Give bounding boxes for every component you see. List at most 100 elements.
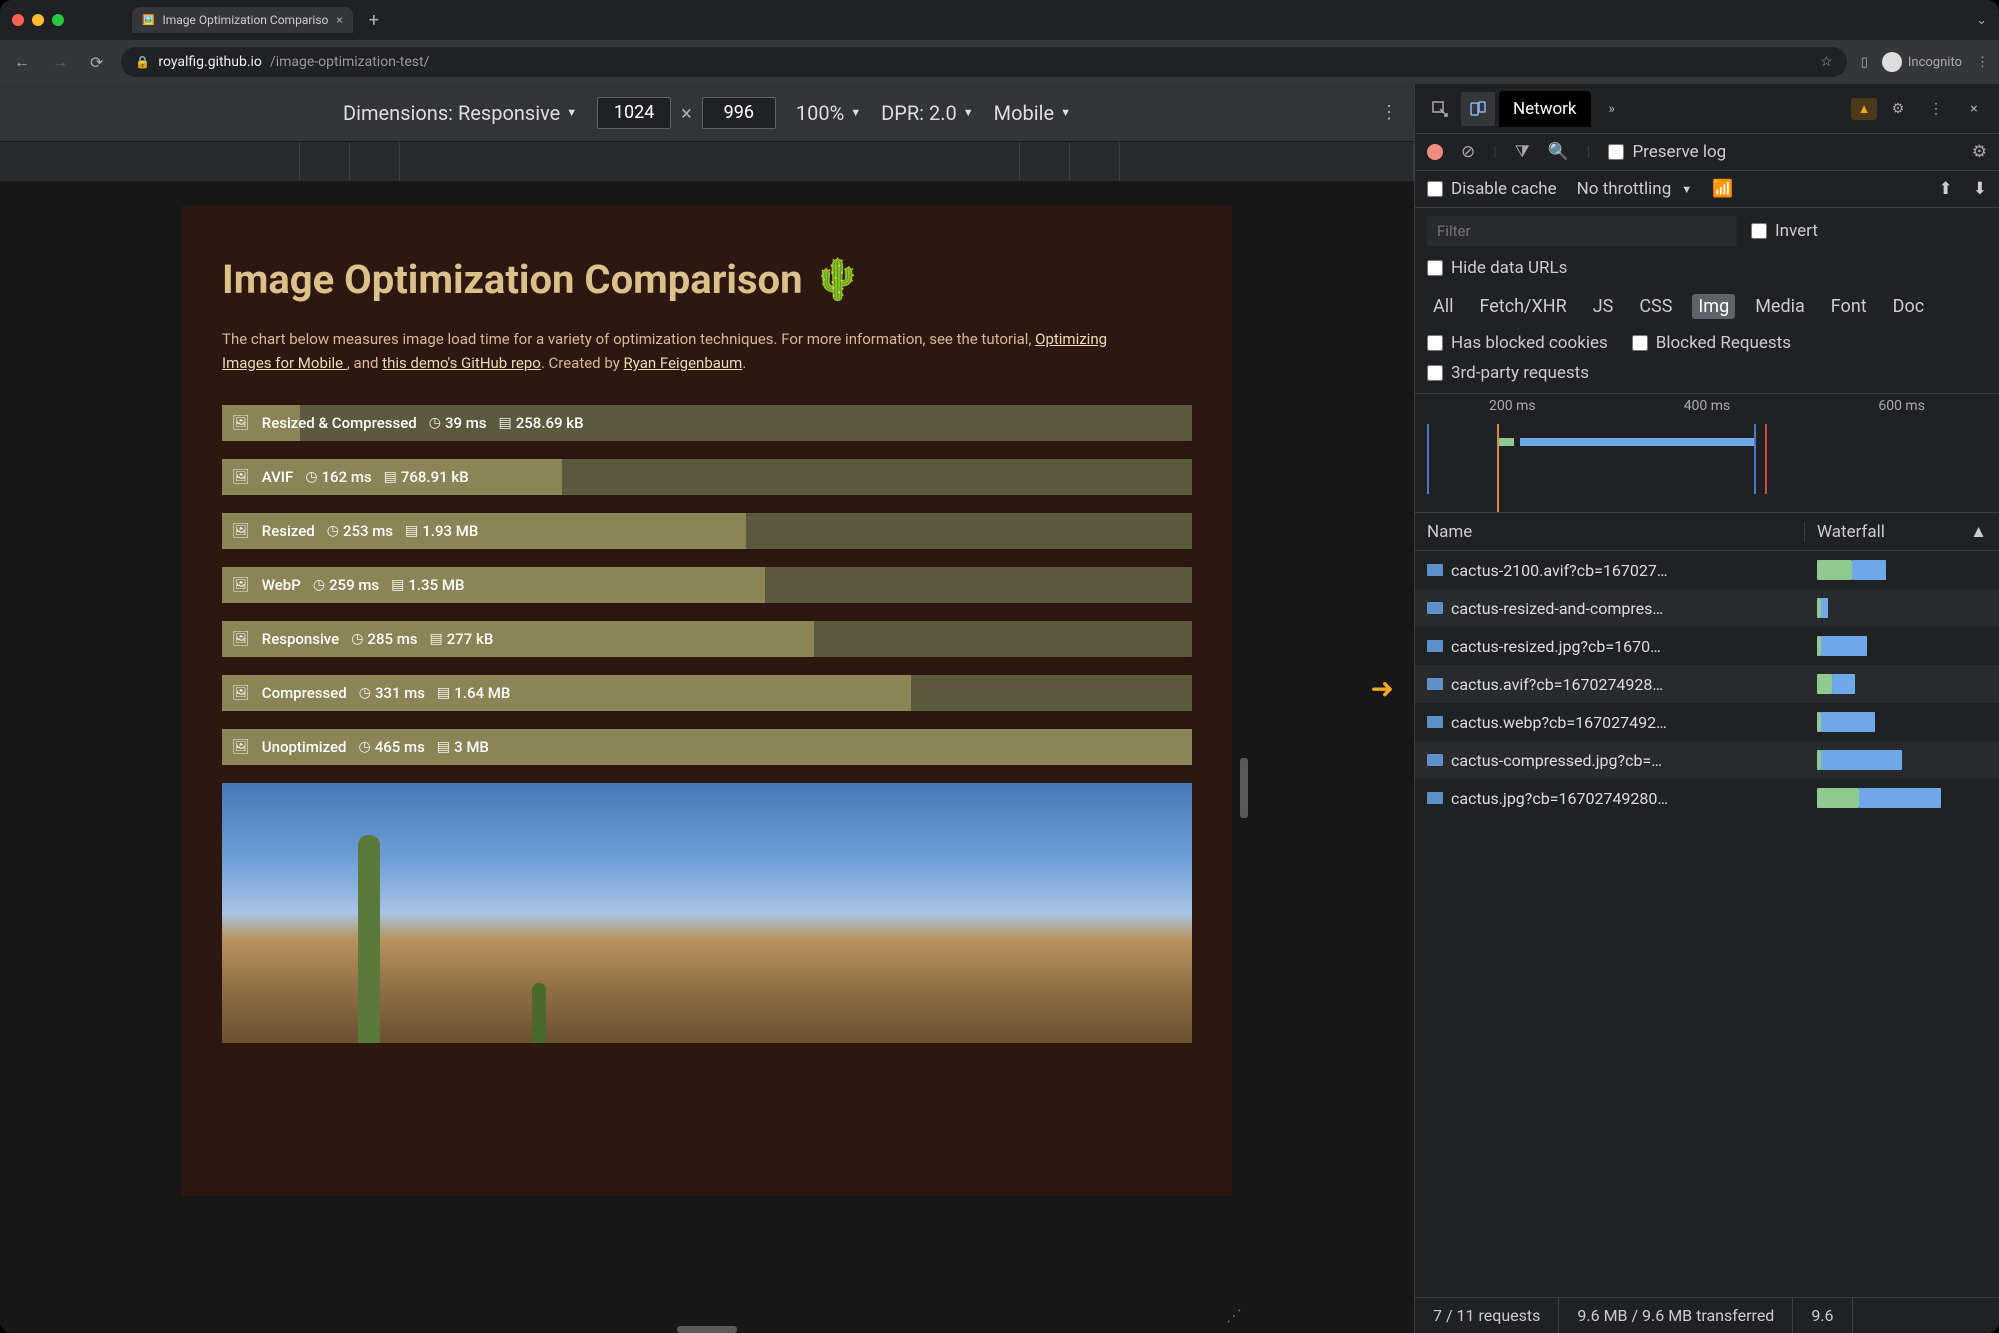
incognito-badge: Incognito xyxy=(1882,52,1962,72)
type-filter-js[interactable]: JS xyxy=(1587,294,1620,319)
device-toolbar-menu[interactable]: ⋮ xyxy=(1380,102,1398,123)
maximize-window-button[interactable] xyxy=(52,14,64,26)
table-row[interactable]: cactus.avif?cb=1670274928… xyxy=(1415,665,1999,703)
clear-icon[interactable]: ⊘ xyxy=(1461,142,1475,162)
resize-handle-right[interactable] xyxy=(1240,758,1248,818)
timeline-overview[interactable]: 200 ms 400 ms 600 ms xyxy=(1415,393,1999,513)
clock-icon: ◷ xyxy=(327,523,339,539)
chart-bar: 🖼 WebP ◷259 ms ▤1.35 MB xyxy=(222,567,1192,603)
throttling-select[interactable]: No throttling ▼ xyxy=(1577,179,1692,199)
blocked-cookies-checkbox[interactable]: Has blocked cookies xyxy=(1427,333,1608,353)
resize-handle-bottom[interactable] xyxy=(677,1326,737,1333)
close-devtools-icon[interactable]: × xyxy=(1957,92,1991,126)
file-icon: ▤ xyxy=(384,469,397,485)
bar-name: WebP xyxy=(262,576,301,594)
width-input[interactable] xyxy=(597,97,671,129)
resize-handle-corner[interactable]: ⋰ xyxy=(1226,1306,1242,1325)
forward-button[interactable]: → xyxy=(48,48,72,76)
more-tabs-icon[interactable]: » xyxy=(1595,92,1629,126)
table-row[interactable]: cactus-compressed.jpg?cb=… xyxy=(1415,741,1999,779)
reader-icon[interactable]: ▯ xyxy=(1861,55,1868,70)
table-row[interactable]: cactus-resized.jpg?cb=1670… xyxy=(1415,627,1999,665)
expand-tabs-icon[interactable]: ⌄ xyxy=(1976,13,1987,28)
zoom-select[interactable]: 100% ▼ xyxy=(796,101,861,125)
invert-checkbox[interactable]: Invert xyxy=(1751,221,1818,241)
network-settings-icon[interactable]: ⚙ xyxy=(1972,142,1987,162)
table-row[interactable]: cactus-resized-and-compres… xyxy=(1415,589,1999,627)
bar-time: 39 ms xyxy=(445,414,487,432)
preserve-log-checkbox[interactable]: Preserve log xyxy=(1608,142,1726,162)
minimize-window-button[interactable] xyxy=(32,14,44,26)
browser-menu-button[interactable]: ⋮ xyxy=(1976,55,1989,70)
record-button[interactable] xyxy=(1427,144,1443,160)
cactus-icon: 🌵 xyxy=(813,256,863,303)
blocked-requests-checkbox[interactable]: Blocked Requests xyxy=(1632,333,1791,353)
status-transferred: 9.6 MB / 9.6 MB transferred xyxy=(1559,1298,1793,1333)
type-filter-font[interactable]: Font xyxy=(1825,294,1873,319)
upload-har-icon[interactable]: ⬆ xyxy=(1939,179,1953,199)
type-filter-all[interactable]: All xyxy=(1427,294,1460,319)
new-tab-button[interactable]: + xyxy=(361,10,387,31)
clock-icon: ◷ xyxy=(359,739,371,755)
reload-button[interactable]: ⟳ xyxy=(86,49,107,76)
file-icon xyxy=(1427,716,1443,728)
devtools-menu-icon[interactable]: ⋮ xyxy=(1919,92,1953,126)
disable-cache-checkbox[interactable]: Disable cache xyxy=(1427,179,1557,199)
bar-time: 259 ms xyxy=(329,576,379,594)
bar-size: 1.35 MB xyxy=(408,576,464,594)
image-icon: 🖼 xyxy=(232,739,250,755)
url-input[interactable]: 🔒 royalfig.github.io/image-optimization-… xyxy=(121,47,1846,77)
browser-tab[interactable]: 🖼️ Image Optimization Compariso × xyxy=(132,7,353,33)
file-icon: ▤ xyxy=(391,577,404,593)
dpr-select[interactable]: DPR: 2.0 ▼ xyxy=(881,101,974,125)
table-row[interactable]: cactus.webp?cb=167027492… xyxy=(1415,703,1999,741)
page-content[interactable]: Image Optimization Comparison 🌵 The char… xyxy=(182,206,1232,1196)
table-row[interactable]: cactus.jpg?cb=16702749280… xyxy=(1415,779,1999,817)
search-icon[interactable]: 🔍 xyxy=(1548,142,1569,162)
tab-network[interactable]: Network xyxy=(1499,91,1591,127)
settings-icon[interactable]: ⚙ xyxy=(1881,92,1915,126)
bar-name: Compressed xyxy=(262,684,347,702)
filter-input[interactable] xyxy=(1427,216,1737,246)
bookmark-icon[interactable]: ☆ xyxy=(1820,54,1833,70)
height-input[interactable] xyxy=(702,97,776,129)
file-icon: ▤ xyxy=(405,523,418,539)
responsive-ruler[interactable] xyxy=(0,142,1414,182)
column-name[interactable]: Name xyxy=(1415,522,1805,542)
device-toolbar: Dimensions: Responsive ▼ × 100% ▼ DPR: 2… xyxy=(0,84,1414,142)
warnings-badge[interactable]: ▲ xyxy=(1851,98,1877,120)
device-mode-icon[interactable] xyxy=(1461,92,1495,126)
table-row[interactable]: cactus-2100.avif?cb=167027… xyxy=(1415,551,1999,589)
type-filter-fetchxhr[interactable]: Fetch/XHR xyxy=(1474,294,1573,319)
hide-data-urls-checkbox[interactable]: Hide data URLs xyxy=(1427,258,1987,278)
close-tab-icon[interactable]: × xyxy=(336,13,342,27)
close-window-button[interactable] xyxy=(12,14,24,26)
network-table: Name Waterfall ▲ cactus-2100.avif?cb=167… xyxy=(1415,513,1999,1297)
network-conditions-icon[interactable]: 📶 xyxy=(1712,179,1733,199)
repo-link[interactable]: this demo's GitHub repo xyxy=(382,354,541,372)
dimensions-select[interactable]: Dimensions: Responsive ▼ xyxy=(343,101,577,125)
author-link[interactable]: Ryan Feigenbaum xyxy=(624,354,743,372)
image-icon: 🖼 xyxy=(232,577,250,593)
back-button[interactable]: ← xyxy=(10,48,34,76)
bar-name: Unoptimized xyxy=(262,738,347,756)
type-filter-img[interactable]: Img xyxy=(1692,294,1735,319)
device-type-select[interactable]: Mobile ▼ xyxy=(994,101,1071,125)
filter-toggle-icon[interactable]: ⧩ xyxy=(1515,142,1530,162)
type-filters: All Fetch/XHR JS CSS Img Media Font Doc xyxy=(1415,288,1999,329)
file-icon xyxy=(1427,792,1443,804)
bar-name: AVIF xyxy=(262,468,294,486)
type-filter-media[interactable]: Media xyxy=(1749,294,1811,319)
bar-size: 768.91 kB xyxy=(401,468,469,486)
url-host: royalfig.github.io xyxy=(158,54,262,70)
download-har-icon[interactable]: ⬇ xyxy=(1973,179,1987,199)
bar-size: 277 kB xyxy=(447,630,494,648)
type-filter-css[interactable]: CSS xyxy=(1633,294,1678,319)
type-filter-doc[interactable]: Doc xyxy=(1887,294,1931,319)
column-waterfall[interactable]: Waterfall ▲ xyxy=(1805,522,1999,542)
chart-bar: 🖼 Compressed ◷331 ms ▤1.64 MB xyxy=(222,675,1192,711)
image-icon: 🖼 xyxy=(232,523,250,539)
address-bar: ← → ⟳ 🔒 royalfig.github.io/image-optimiz… xyxy=(0,40,1999,84)
inspect-icon[interactable] xyxy=(1423,92,1457,126)
third-party-checkbox[interactable]: 3rd-party requests xyxy=(1427,363,1987,383)
